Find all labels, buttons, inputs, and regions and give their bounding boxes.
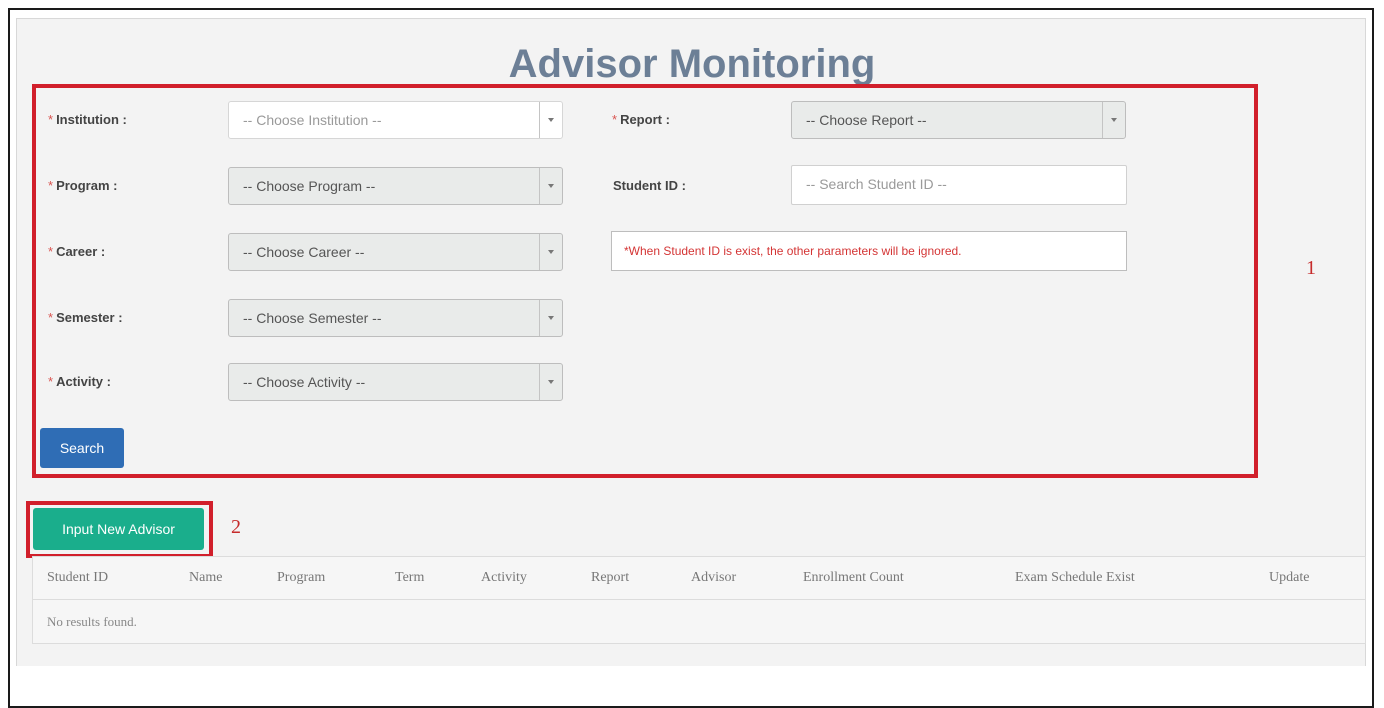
required-mark: * <box>48 244 54 259</box>
program-select[interactable]: -- Choose Program -- <box>228 167 563 205</box>
search-button[interactable]: Search <box>40 428 124 468</box>
required-mark: * <box>48 178 54 193</box>
column-header-student-id[interactable]: Student ID <box>47 570 108 586</box>
column-header-term[interactable]: Term <box>395 570 424 586</box>
chevron-down-icon <box>548 316 554 320</box>
annotation-number-2: 2 <box>231 516 241 538</box>
table-header: Student ID Name Program Term Activity Re… <box>33 557 1365 600</box>
chevron-down-icon <box>548 184 554 188</box>
page-title: Advisor Monitoring <box>508 42 876 86</box>
student-id-note: *When Student ID is exist, the other par… <box>611 231 1127 271</box>
career-select-value: -- Choose Career -- <box>243 244 365 260</box>
table-row: No results found. <box>33 600 1365 644</box>
column-header-enrollment-count[interactable]: Enrollment Count <box>803 570 904 586</box>
report-label-text: Report : <box>620 112 670 127</box>
activity-label-text: Activity : <box>56 374 111 389</box>
institution-select[interactable]: -- Choose Institution -- <box>228 101 563 139</box>
semester-dropdown-toggle[interactable] <box>539 300 562 336</box>
activity-select-value: -- Choose Activity -- <box>243 374 366 390</box>
report-select-value: -- Choose Report -- <box>806 112 927 128</box>
activity-label: * Activity : <box>48 373 111 391</box>
institution-dropdown-toggle[interactable] <box>539 102 562 138</box>
semester-select-value: -- Choose Semester -- <box>243 310 382 326</box>
empty-results-text: No results found. <box>47 614 137 629</box>
career-label-text: Career : <box>56 244 106 259</box>
program-label: * Program : <box>48 177 117 195</box>
report-select[interactable]: -- Choose Report -- <box>791 101 1126 139</box>
program-label-text: Program : <box>56 178 118 193</box>
column-header-advisor[interactable]: Advisor <box>691 570 736 586</box>
report-label: * Report : <box>612 111 670 129</box>
required-mark: * <box>48 310 54 325</box>
required-mark: * <box>48 112 54 127</box>
chevron-down-icon <box>1111 118 1117 122</box>
career-label: * Career : <box>48 243 105 261</box>
column-header-activity[interactable]: Activity <box>481 570 527 586</box>
institution-label-text: Institution : <box>56 112 127 127</box>
career-dropdown-toggle[interactable] <box>539 234 562 270</box>
column-header-update[interactable]: Update <box>1269 570 1309 586</box>
column-header-name[interactable]: Name <box>189 570 222 586</box>
report-dropdown-toggle[interactable] <box>1102 102 1125 138</box>
annotation-number-1: 1 <box>1306 257 1316 279</box>
student-id-label-text: Student ID : <box>613 178 686 193</box>
institution-label: * Institution : <box>48 111 127 129</box>
column-header-program[interactable]: Program <box>277 570 325 586</box>
input-new-advisor-button[interactable]: Input New Advisor <box>33 508 204 550</box>
chevron-down-icon <box>548 380 554 384</box>
chevron-down-icon <box>548 250 554 254</box>
activity-dropdown-toggle[interactable] <box>539 364 562 400</box>
annotation-box-1 <box>32 84 1258 478</box>
required-mark: * <box>612 112 618 127</box>
student-id-label: Student ID : <box>613 177 686 195</box>
student-id-input[interactable]: -- Search Student ID -- <box>791 165 1127 205</box>
results-table: Student ID Name Program Term Activity Re… <box>32 556 1366 644</box>
required-mark: * <box>48 374 54 389</box>
program-select-value: -- Choose Program -- <box>243 178 376 194</box>
chevron-down-icon <box>548 118 554 122</box>
column-header-exam-schedule-exist[interactable]: Exam Schedule Exist <box>1015 570 1135 586</box>
semester-select[interactable]: -- Choose Semester -- <box>228 299 563 337</box>
column-header-report[interactable]: Report <box>591 570 629 586</box>
career-select[interactable]: -- Choose Career -- <box>228 233 563 271</box>
semester-label-text: Semester : <box>56 310 123 325</box>
program-dropdown-toggle[interactable] <box>539 168 562 204</box>
activity-select[interactable]: -- Choose Activity -- <box>228 363 563 401</box>
institution-select-value: -- Choose Institution -- <box>243 112 382 128</box>
semester-label: * Semester : <box>48 309 123 327</box>
